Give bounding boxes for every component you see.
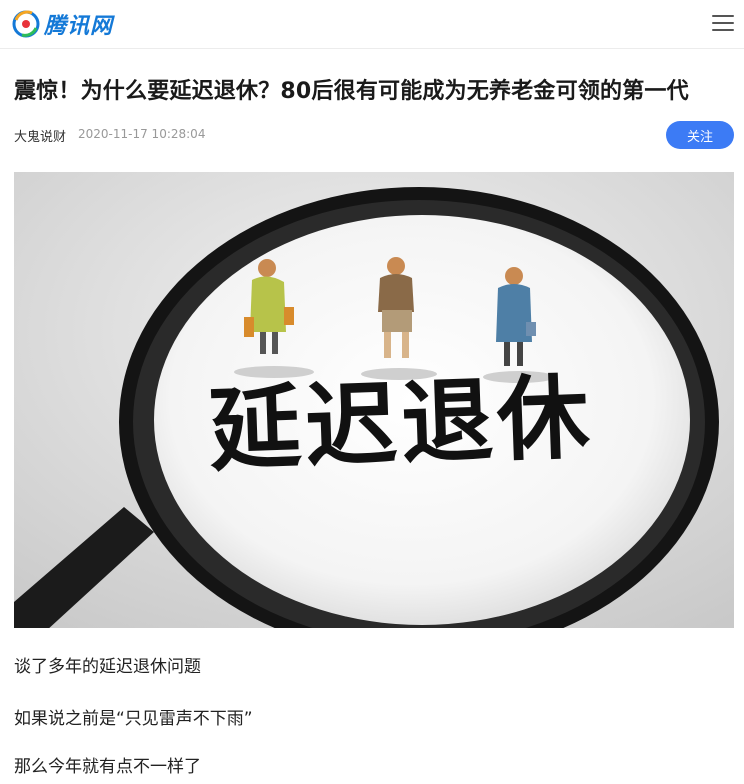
publish-timestamp: 2020-11-17 10:28:04 bbox=[78, 127, 206, 141]
article-paragraph: 谈了多年的延迟退休问题 bbox=[14, 657, 201, 677]
tencent-news-logo-icon bbox=[12, 10, 40, 38]
logo-text: 腾讯网 bbox=[44, 14, 114, 39]
article-paragraph: 如果说之前是“只见雷声不下雨” bbox=[14, 709, 253, 729]
article-title: 震惊！为什么要延迟退休？80后很有可能成为无养老金可领的第一代 bbox=[14, 79, 689, 104]
image-caption-text: 延迟退休 bbox=[207, 363, 595, 484]
follow-button[interactable]: 关注 bbox=[666, 121, 734, 149]
article-paragraph: 那么今年就有点不一样了 bbox=[14, 757, 201, 777]
hamburger-menu-icon[interactable] bbox=[712, 13, 734, 33]
author-name[interactable]: 大鬼说财 bbox=[14, 126, 66, 145]
top-bar: 腾讯网 bbox=[0, 0, 744, 49]
article-hero-image: 延迟退休 bbox=[14, 172, 734, 628]
site-logo[interactable]: 腾讯网 bbox=[12, 8, 113, 40]
